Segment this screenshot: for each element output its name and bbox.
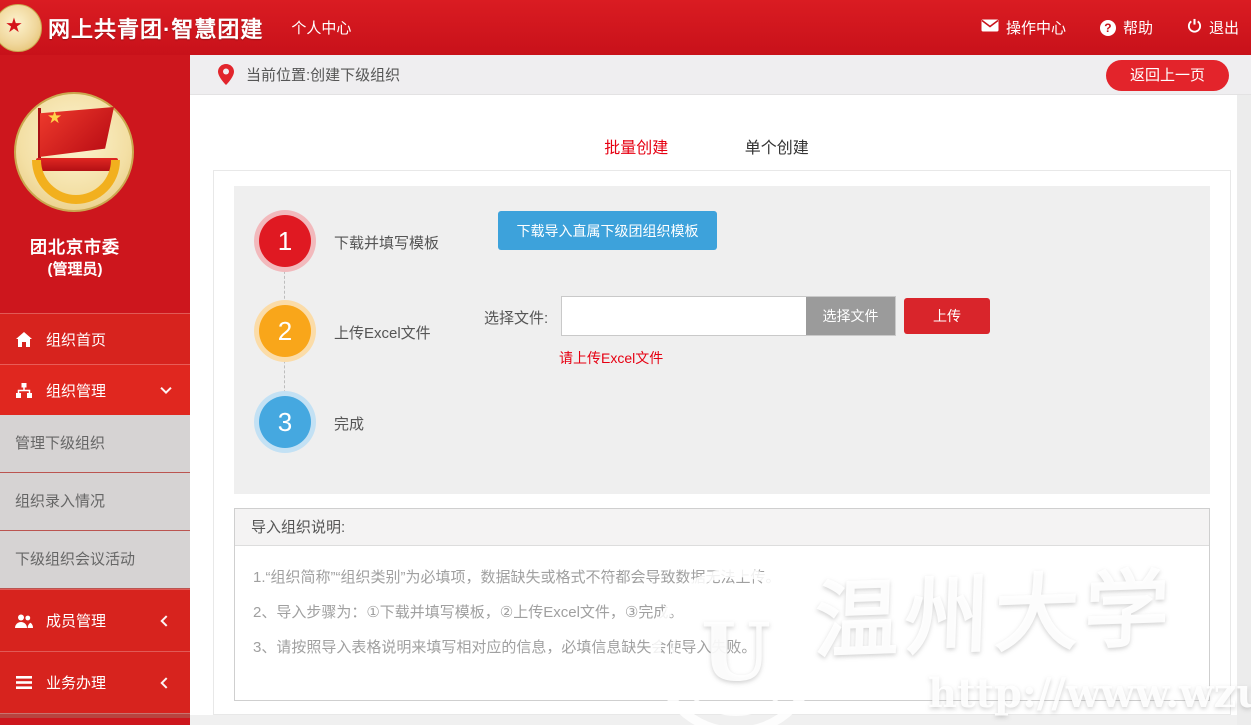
main-area: 当前位置:创建下级组织 返回上一页 批量创建 单个创建 1 下载并填写模板 下载… bbox=[190, 55, 1251, 725]
nav-action-center[interactable]: 操作中心 bbox=[981, 17, 1066, 38]
step-1-badge: 1 bbox=[259, 215, 311, 267]
nav-logout[interactable]: 退出 bbox=[1187, 17, 1239, 38]
tab-batch-create[interactable]: 批量创建 bbox=[582, 128, 690, 173]
location-pin-icon bbox=[218, 64, 234, 85]
back-button[interactable]: 返回上一页 bbox=[1106, 60, 1229, 91]
sidebar-item-member-management[interactable]: 成员管理 bbox=[0, 589, 190, 651]
create-mode-tabs: 批量创建 单个创建 bbox=[190, 128, 1223, 173]
sitemap-icon bbox=[15, 383, 33, 398]
tab-single-create[interactable]: 单个创建 bbox=[723, 128, 831, 170]
flag-star-icon: ★ bbox=[47, 108, 62, 128]
top-header: ★ 网上共青团·智慧团建 个人中心 操作中心 ? 帮助 退出 bbox=[0, 0, 1251, 55]
power-icon bbox=[1187, 18, 1202, 37]
instruction-item: 3、请按照导入表格说明来填写相对应的信息，必填信息缺失会使导入失败。 bbox=[253, 636, 1191, 657]
download-template-button[interactable]: 下载导入直属下级团组织模板 bbox=[498, 211, 717, 250]
chevron-left-icon bbox=[160, 615, 171, 626]
import-instructions-box: 导入组织说明: 1.“组织简称”“组织类别”为必填项，数据缺失或格式不符都会导致… bbox=[234, 508, 1210, 701]
league-logo-icon: ★ bbox=[0, 4, 42, 52]
content-panel: 批量创建 单个创建 1 下载并填写模板 下载导入直属下级团组织模板 2 上传Ex… bbox=[190, 95, 1237, 715]
chevron-down-icon bbox=[160, 383, 171, 394]
file-path-input[interactable] bbox=[562, 297, 806, 335]
nav-help[interactable]: ? 帮助 bbox=[1100, 17, 1153, 38]
sidebar-item-label: 组织管理 bbox=[46, 380, 106, 401]
nav-logout-label: 退出 bbox=[1209, 17, 1239, 38]
upload-button[interactable]: 上传 bbox=[904, 298, 990, 334]
instructions-list: 1.“组织简称”“组织类别”为必填项，数据缺失或格式不符都会导致数据无法上传。 … bbox=[235, 546, 1209, 657]
chevron-left-icon bbox=[160, 677, 171, 688]
step-2-label: 上传Excel文件 bbox=[334, 322, 431, 343]
step-2-badge: 2 bbox=[259, 305, 311, 357]
steps-panel: 1 下载并填写模板 下载导入直属下级团组织模板 2 上传Excel文件 选择文件… bbox=[234, 186, 1210, 494]
star-icon: ★ bbox=[5, 13, 23, 38]
app-title: 网上共青团·智慧团建 bbox=[48, 12, 263, 44]
league-emblem: ★ bbox=[14, 92, 134, 212]
list-bars-icon bbox=[15, 676, 33, 689]
step-3-badge: 3 bbox=[259, 396, 311, 448]
sidebar-item-label: 组织首页 bbox=[46, 329, 106, 350]
sidebar: ★ 团北京市委 (管理员) 组织首页 组织管理 管理下级组织 组织录入情况 下级… bbox=[0, 55, 190, 725]
current-role: (管理员) bbox=[0, 258, 150, 279]
users-icon bbox=[15, 614, 33, 628]
nav-personal-center[interactable]: 个人中心 bbox=[291, 17, 351, 38]
instructions-title: 导入组织说明: bbox=[235, 509, 1209, 546]
sidebar-divider bbox=[0, 713, 190, 718]
wizard-card: 1 下载并填写模板 下载导入直属下级团组织模板 2 上传Excel文件 选择文件… bbox=[213, 170, 1231, 715]
submenu-item-manage-sub-orgs[interactable]: 管理下级组织 bbox=[0, 415, 190, 473]
submenu-item-org-entry-status[interactable]: 组织录入情况 bbox=[0, 473, 190, 531]
submenu-item-sub-org-meetings[interactable]: 下级组织会议活动 bbox=[0, 531, 190, 589]
sidebar-item-org-management[interactable]: 组织管理 bbox=[0, 364, 190, 415]
sidebar-submenu: 管理下级组织 组织录入情况 下级组织会议活动 bbox=[0, 415, 190, 589]
upload-error-message: 请上传Excel文件 bbox=[559, 348, 663, 368]
scrollbar-track[interactable] bbox=[1237, 95, 1251, 725]
red-flag-icon: ★ bbox=[40, 107, 114, 159]
page: ★ 网上共青团·智慧团建 个人中心 操作中心 ? 帮助 退出 ★ bbox=[0, 0, 1251, 725]
envelope-icon bbox=[981, 19, 999, 36]
step-3-label: 完成 bbox=[334, 413, 364, 434]
current-org-name: 团北京市委 bbox=[0, 233, 150, 258]
file-field-label: 选择文件: bbox=[484, 307, 548, 328]
gold-gear-icon bbox=[32, 160, 120, 204]
sidebar-item-label: 业务办理 bbox=[46, 672, 106, 693]
instruction-item: 2、导入步骤为：①下载并填写模板，②上传Excel文件，③完成。 bbox=[253, 601, 1191, 622]
breadcrumb-bar: 当前位置:创建下级组织 返回上一页 bbox=[190, 55, 1251, 95]
file-input-group: 选择文件 bbox=[561, 296, 896, 336]
nav-action-center-label: 操作中心 bbox=[1006, 17, 1066, 38]
nav-help-label: 帮助 bbox=[1123, 17, 1153, 38]
help-icon: ? bbox=[1100, 20, 1116, 36]
home-icon bbox=[15, 332, 33, 347]
sidebar-menu: 组织首页 组织管理 管理下级组织 组织录入情况 下级组织会议活动 成员管理 业务… bbox=[0, 313, 190, 718]
step-1-label: 下载并填写模板 bbox=[334, 232, 439, 253]
instruction-item: 1.“组织简称”“组织类别”为必填项，数据缺失或格式不符都会导致数据无法上传。 bbox=[253, 566, 1191, 587]
header-right-nav: 操作中心 ? 帮助 退出 bbox=[981, 0, 1239, 55]
sidebar-item-label: 成员管理 bbox=[46, 610, 106, 631]
breadcrumb: 当前位置:创建下级组织 bbox=[246, 64, 400, 85]
sidebar-item-business-handling[interactable]: 业务办理 bbox=[0, 651, 190, 713]
choose-file-button[interactable]: 选择文件 bbox=[806, 297, 895, 335]
sidebar-item-org-home[interactable]: 组织首页 bbox=[0, 313, 190, 364]
